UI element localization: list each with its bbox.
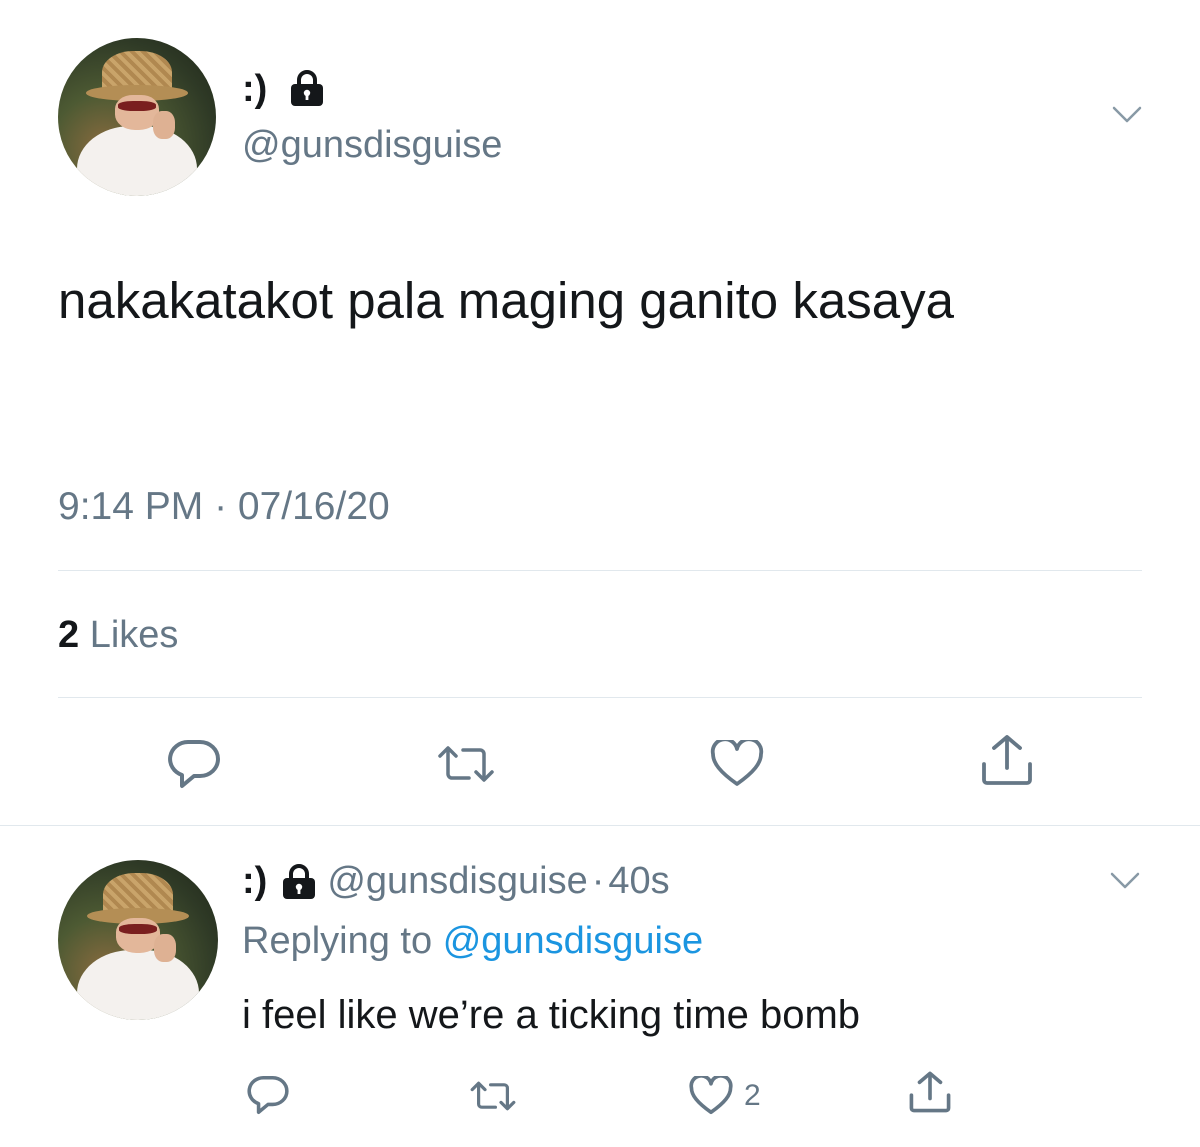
avatar[interactable] [58,38,216,196]
chevron-down-icon[interactable] [1112,106,1142,124]
separator-dot: · [591,860,605,902]
likes-count: 2 [58,614,80,656]
reply-like-count: 2 [744,1079,761,1112]
display-name[interactable]: :) [242,860,267,903]
replying-mention-link[interactable]: @gunsdisguise [443,920,703,962]
replying-to: Replying to @gunsdisguise [242,920,703,963]
tweet-text: nakakatakot pala maging ganito kasaya [58,272,954,329]
reply-icon[interactable] [246,1074,290,1116]
display-name[interactable]: :) [242,68,267,111]
likes-stat[interactable]: 2 Likes [58,614,178,657]
replying-label: Replying to [242,920,433,962]
share-icon[interactable] [980,734,1034,786]
lock-icon [287,68,327,108]
chevron-down-icon[interactable] [1110,872,1140,890]
reply-text: i feel like we’re a ticking time bomb [242,993,861,1037]
share-icon[interactable] [908,1071,952,1113]
avatar[interactable] [58,860,218,1020]
divider [58,697,1142,698]
divider [58,570,1142,571]
tweet-timestamp[interactable]: 9:14 PM · 07/16/20 [58,485,390,529]
tweet-detail-page: :) @gunsdisguise nakakatakot pala maging… [0,0,1200,1147]
reply-time[interactable]: 40s [608,860,669,903]
retweet-icon[interactable] [436,742,496,786]
main-tweet: :) @gunsdisguise nakakatakot pala maging… [0,0,1200,826]
heart-icon[interactable] [710,740,764,788]
reply-header: :) @gunsdisguise · 40s [242,860,670,903]
reply-icon[interactable] [166,738,222,790]
likes-label: Likes [89,614,179,656]
retweet-icon[interactable] [469,1078,517,1114]
user-handle[interactable]: @gunsdisguise [327,860,587,903]
user-handle[interactable]: @gunsdisguise [242,124,502,167]
lock-icon [279,863,319,901]
tweet-separator [0,825,1200,826]
heart-icon[interactable] [689,1076,733,1116]
